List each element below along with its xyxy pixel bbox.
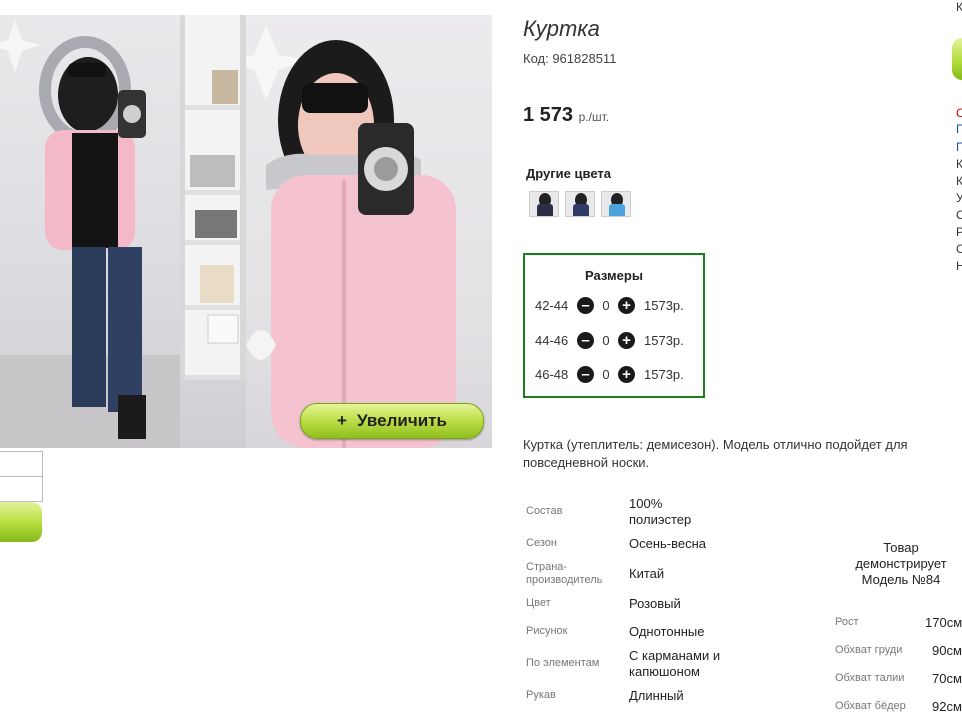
size-quantity: 0: [602, 332, 610, 348]
product-description: Куртка (утеплитель: демисезон). Модель о…: [523, 437, 908, 470]
minus-icon[interactable]: –: [577, 296, 594, 314]
spec-label: Рукав: [526, 689, 556, 701]
size-label: 46-48: [535, 366, 569, 382]
model-param-value: 170см: [925, 615, 962, 630]
model-param-value: 90см: [932, 643, 962, 658]
plus-icon[interactable]: +: [618, 331, 635, 349]
right-edge-text: С: [956, 242, 962, 256]
product-photo-secondary[interactable]: [246, 15, 492, 448]
spec-label: Рисунок: [526, 625, 568, 637]
minus-icon[interactable]: –: [577, 365, 594, 383]
spec-value: Длинный: [629, 688, 684, 703]
size-price: 1573р.: [644, 332, 684, 348]
spec-label: Цвет: [526, 597, 551, 609]
spec-value: Китай: [629, 566, 665, 581]
model-param-label: Обхват бёдер: [835, 700, 906, 712]
size-label: 44-46: [535, 332, 569, 348]
thumbnail-slot[interactable]: [0, 476, 43, 502]
model-param-label: Обхват талии: [835, 672, 905, 684]
other-colors-heading: Другие цвета: [526, 166, 611, 181]
model-param-value: 70см: [932, 671, 962, 686]
thumbnail-slot[interactable]: [0, 451, 43, 477]
size-quantity: 0: [602, 297, 610, 313]
zoom-button[interactable]: + Увеличить: [300, 403, 484, 439]
spec-label: Сезон: [526, 537, 557, 549]
plus-icon[interactable]: +: [618, 296, 635, 314]
spec-label: Страна-производитель: [526, 561, 603, 586]
size-label: 42-44: [535, 297, 569, 313]
right-edge-text: К: [956, 157, 962, 171]
size-row: 44-46 – 0 + 1573р.: [535, 330, 705, 350]
right-edge-text: К: [956, 0, 962, 14]
size-price: 1573р.: [644, 297, 684, 313]
size-row: 46-48 – 0 + 1573р.: [535, 364, 705, 384]
plus-icon[interactable]: +: [618, 365, 635, 383]
model-heading: Товар демонстрирует Модель №84: [855, 540, 947, 587]
right-edge-text: П: [956, 122, 962, 136]
right-edge-text: К: [956, 174, 962, 188]
photo-secondary-illustration: [246, 25, 456, 448]
spec-value: Розовый: [629, 596, 681, 611]
right-tab-button[interactable]: [952, 38, 962, 80]
color-swatch-navy[interactable]: [565, 191, 595, 217]
spec-label: По элементам: [526, 657, 600, 669]
side-tab-button[interactable]: [0, 502, 42, 542]
spec-value: 100% полиэстер: [629, 496, 692, 527]
spec-value: Однотонные: [629, 624, 705, 639]
price-value: 1 573: [523, 104, 574, 126]
right-edge-text: П: [956, 140, 962, 154]
color-swatch-dark[interactable]: [529, 191, 559, 217]
size-quantity: 0: [602, 366, 610, 382]
right-edge-text: У: [956, 191, 962, 205]
price-unit: р./шт.: [578, 110, 610, 124]
right-edge-text: С: [956, 106, 962, 120]
spec-value: С карманами и капюшоном: [629, 648, 721, 679]
sizes-panel: Размеры 42-44 – 0 + 1573р. 44-46 – 0 + 1…: [523, 253, 705, 398]
zoom-button-label: Увеличить: [356, 411, 447, 430]
color-swatch-blue[interactable]: [601, 191, 631, 217]
model-param-label: Рост: [835, 616, 859, 628]
product-title: Куртка: [523, 16, 600, 41]
sizes-heading: Размеры: [585, 268, 643, 283]
right-edge-text: Н: [956, 259, 962, 273]
product-price: 1 573 р./шт.: [523, 104, 609, 127]
right-edge-text: Р: [956, 225, 962, 239]
model-param-label: Обхват груди: [835, 644, 903, 656]
size-price: 1573р.: [644, 366, 684, 382]
minus-icon[interactable]: –: [577, 331, 594, 349]
model-param-value: 92см: [932, 699, 962, 714]
right-edge-text: С: [956, 208, 962, 222]
spec-label: Состав: [526, 505, 563, 517]
photo-main-illustration: [0, 15, 246, 448]
product-photo-main[interactable]: [0, 15, 246, 448]
spec-value: Осень-весна: [629, 536, 707, 551]
plus-icon: +: [337, 411, 347, 430]
size-row: 42-44 – 0 + 1573р.: [535, 295, 705, 315]
product-code: Код: 961828511: [523, 51, 617, 66]
